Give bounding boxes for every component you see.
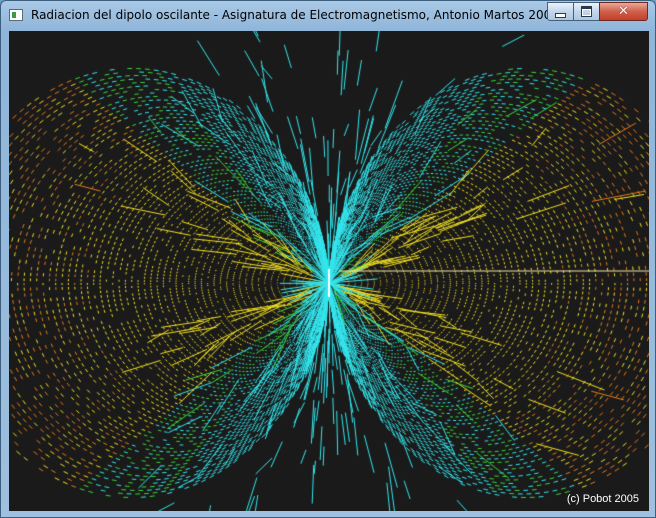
- title-bar[interactable]: Radiacion del dipolo oscilante - Asignat…: [1, 1, 655, 31]
- dipole-radiation-canvas[interactable]: (c) Pobot 2005: [9, 31, 649, 511]
- app-window: Radiacion del dipolo oscilante - Asignat…: [0, 0, 656, 518]
- minimize-button[interactable]: [547, 2, 574, 21]
- credit-text: (c) Pobot 2005: [566, 493, 639, 505]
- field-lines-drawing: [9, 31, 649, 511]
- close-button[interactable]: ✕: [599, 2, 648, 21]
- maximize-icon: [581, 6, 592, 17]
- maximize-button[interactable]: [573, 2, 600, 21]
- app-window-icon[interactable]: [9, 9, 23, 21]
- minimize-icon: [555, 12, 566, 18]
- close-icon: ✕: [618, 4, 629, 19]
- window-title: Radiacion del dipolo oscilante - Asignat…: [31, 8, 559, 22]
